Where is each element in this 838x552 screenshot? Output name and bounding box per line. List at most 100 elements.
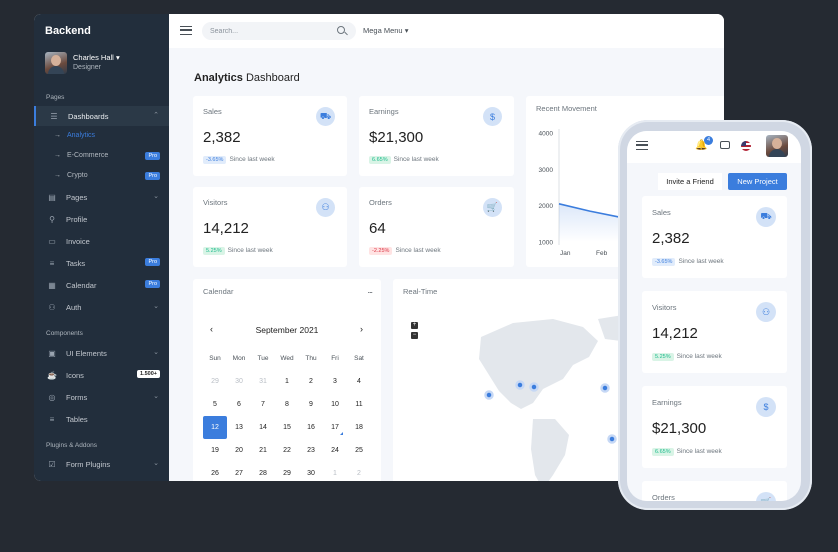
weekday-header: Wed <box>280 355 294 362</box>
sidebar-item-forms[interactable]: ◎ Forms ⌄ <box>34 387 169 407</box>
arrow-right-icon: → <box>54 132 61 139</box>
calendar-day[interactable]: 18 <box>347 416 371 439</box>
calendar-next-button[interactable]: › <box>360 324 363 334</box>
calendar-day[interactable]: 14 <box>251 416 275 439</box>
chevron-down-icon: ⌄ <box>153 349 159 356</box>
search-icon[interactable] <box>337 26 345 34</box>
dollar-icon: $ <box>756 397 776 417</box>
sidebar-item-profile[interactable]: ⚲ Profile <box>34 209 169 229</box>
phone-screen: 🔔 4 Invite a Friend New Project Sales ⛟ … <box>627 131 801 501</box>
calendar-day[interactable]: 4 <box>347 370 371 393</box>
calendar-day[interactable]: 15 <box>275 416 299 439</box>
calendar-day[interactable]: 2 <box>347 462 371 481</box>
sidebar-item-form-plugins[interactable]: ☑ Form Plugins ⌄ <box>34 454 169 474</box>
cart-icon: 🛒 <box>756 492 776 501</box>
calendar-day[interactable]: 30 <box>299 462 323 481</box>
sidebar-item-label: Dashboards <box>68 112 109 121</box>
y-tick-label: 4000 <box>539 131 554 138</box>
calendar-day[interactable]: 24 <box>323 439 347 462</box>
calendar-day[interactable]: 30 <box>227 370 251 393</box>
mega-menu-dropdown[interactable]: Mega Menu ▾ <box>363 26 408 35</box>
sidebar-item-invoice[interactable]: ▭ Invoice <box>34 231 169 251</box>
calendar-day[interactable]: 12 <box>203 416 227 439</box>
calendar-day[interactable]: 1 <box>275 370 299 393</box>
brand-logo[interactable]: Backend <box>45 25 91 37</box>
calendar-title: Calendar <box>203 287 234 296</box>
calendar-day[interactable]: 7 <box>251 393 275 416</box>
sidebar-item-ui-elements[interactable]: ▣ UI Elements ⌄ <box>34 343 169 363</box>
phone-stat-card-earnings: Earnings $ $21,300 6.65% Since last week <box>642 386 787 468</box>
avatar[interactable] <box>766 135 788 157</box>
calendar-day[interactable]: 2 <box>299 370 323 393</box>
calendar-day[interactable]: 21 <box>251 439 275 462</box>
calendar-day[interactable]: 9 <box>299 393 323 416</box>
calendar-day[interactable]: 29 <box>203 370 227 393</box>
dollar-icon: $ <box>483 107 502 126</box>
calendar-day[interactable]: 5 <box>203 393 227 416</box>
hamburger-menu-icon[interactable] <box>636 141 648 150</box>
x-tick-label: Feb <box>596 250 608 257</box>
calendar-day[interactable]: 6 <box>227 393 251 416</box>
sidebar-item-label: Forms <box>66 393 88 402</box>
calendar-day[interactable]: 28 <box>251 462 275 481</box>
new-project-button[interactable]: New Project <box>728 173 787 190</box>
sidebar-subitem-crypto[interactable]: → Crypto Pro <box>34 167 169 185</box>
calendar-day[interactable]: 26 <box>203 462 227 481</box>
invite-friend-button[interactable]: Invite a Friend <box>658 173 722 190</box>
check-square-icon: ☑ <box>48 459 56 469</box>
sidebar-item-auth[interactable]: ⚇ Auth ⌄ <box>34 297 169 317</box>
calendar-day[interactable]: 19 <box>203 439 227 462</box>
chevron-down-icon: ▾ <box>404 26 409 35</box>
weekday-header: Thu <box>305 355 317 362</box>
stat-card-earnings: Earnings $ $21,300 6.65% Since last week <box>359 96 514 176</box>
sidebar-item-dashboards[interactable]: ☰ Dashboards ⌃ <box>34 106 169 126</box>
sidebar-item-icons[interactable]: ☕ Icons 1.500+ <box>34 365 169 385</box>
chevron-down-icon: ⌄ <box>153 193 159 200</box>
search-input[interactable] <box>202 22 356 40</box>
hamburger-menu-icon[interactable] <box>180 26 192 35</box>
calendar-day[interactable]: 27 <box>227 462 251 481</box>
us-flag-icon[interactable] <box>741 141 751 151</box>
calendar-day[interactable]: 3 <box>323 370 347 393</box>
briefcase-icon: ▣ <box>48 348 56 358</box>
more-options-icon[interactable]: ... <box>367 285 372 295</box>
calendar-day[interactable]: 29 <box>275 462 299 481</box>
stat-since: Since last week <box>395 247 441 254</box>
change-badge: 5.25% <box>203 247 225 255</box>
calendar-day[interactable]: 17 <box>323 416 347 439</box>
weekday-header: Mon <box>232 355 246 362</box>
count-badge: 1.500+ <box>137 370 160 378</box>
stat-footer: 5.25% Since last week <box>652 353 722 361</box>
calendar-month: September 2021 <box>255 325 319 335</box>
calendar-day[interactable]: 1 <box>323 462 347 481</box>
user-name: Charles Hall <box>73 53 114 62</box>
map-marker <box>529 382 539 392</box>
sidebar-subitem-ecommerce[interactable]: → E-Commerce Pro <box>34 147 169 165</box>
message-icon[interactable] <box>720 141 730 149</box>
sidebar-item-tasks[interactable]: ≡ Tasks Pro <box>34 253 169 273</box>
calendar-day[interactable]: 22 <box>275 439 299 462</box>
cart-icon: 🛒 <box>483 198 502 217</box>
sidebar-item-calendar[interactable]: ▦ Calendar Pro <box>34 275 169 295</box>
stat-footer: 6.65% Since last week <box>369 156 439 164</box>
sidebar-subitem-analytics[interactable]: → Analytics <box>34 127 169 145</box>
calendar-day[interactable]: 31 <box>251 370 275 393</box>
user-profile[interactable]: Charles Hall ▾ Designer <box>45 52 165 76</box>
sidebar-item-tables[interactable]: ≡ Tables <box>34 409 169 429</box>
weekday-header: Tue <box>257 355 269 362</box>
avatar <box>45 52 67 74</box>
calendar-day[interactable]: 11 <box>347 393 371 416</box>
calendar-day[interactable]: 23 <box>299 439 323 462</box>
calendar-day[interactable]: 10 <box>323 393 347 416</box>
stat-value: 2,382 <box>652 230 690 247</box>
calendar-day[interactable]: 25 <box>347 439 371 462</box>
calendar-day[interactable]: 16 <box>299 416 323 439</box>
stat-since: Since last week <box>393 156 439 163</box>
credit-card-icon: ▭ <box>48 236 56 246</box>
sidebar-item-pages[interactable]: ▤ Pages ⌄ <box>34 187 169 207</box>
calendar-day[interactable]: 20 <box>227 439 251 462</box>
calendar-day[interactable]: 8 <box>275 393 299 416</box>
calendar-day[interactable]: 13 <box>227 416 251 439</box>
page-title-rest: Dashboard <box>242 72 300 84</box>
weekday-header: Sun <box>209 355 221 362</box>
